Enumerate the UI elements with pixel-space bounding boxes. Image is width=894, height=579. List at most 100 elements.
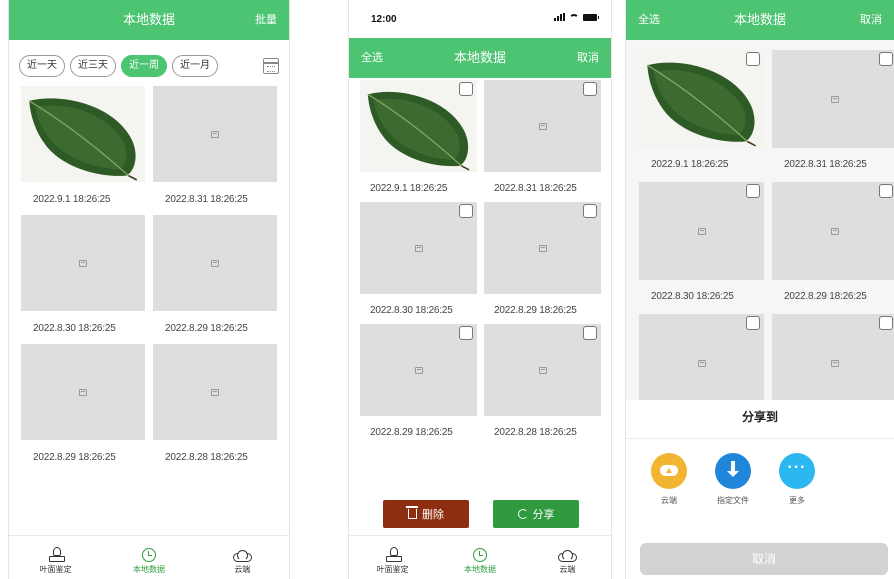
select-checkbox[interactable]	[583, 204, 597, 218]
image-placeholder-icon	[830, 360, 839, 367]
top-bar: 本地数据 全选 取消	[349, 38, 611, 78]
image-placeholder-icon	[414, 245, 423, 252]
share-option-label: 指定文件	[717, 496, 749, 505]
delete-label: 删除	[422, 509, 444, 521]
screen-local-data: 本地数据 批量 近一天 近三天 近一周 近一月 2022.9.1 18:26:2…	[8, 0, 290, 579]
screen-share-sheet: 本地数据 全选 取消 2022.9.1 18:26:25 2022.8.31 18…	[625, 0, 894, 579]
select-checkbox[interactable]	[459, 82, 473, 96]
photo-placeholder[interactable]	[772, 182, 894, 280]
image-placeholder-icon	[830, 228, 839, 235]
photo-placeholder[interactable]	[639, 314, 764, 412]
download-icon	[715, 453, 751, 489]
photo-placeholder[interactable]	[360, 202, 477, 294]
photo-placeholder[interactable]	[772, 50, 894, 148]
cancel-button[interactable]: 取消	[577, 38, 599, 78]
share-option-file[interactable]: 指定文件	[708, 453, 758, 506]
select-all-button[interactable]: 全选	[638, 0, 660, 40]
select-all-button[interactable]: 全选	[361, 38, 383, 78]
filter-chip-day[interactable]: 近一天	[19, 55, 65, 77]
cancel-button[interactable]: 取消	[860, 0, 882, 40]
photo-timestamp: 2022.8.30 18:26:25	[651, 291, 734, 302]
select-checkbox[interactable]	[746, 52, 760, 66]
leaf-photo-thumbnail[interactable]	[639, 50, 764, 148]
tab-label: 本地数据	[463, 565, 496, 574]
share-icon	[517, 509, 528, 519]
select-checkbox[interactable]	[583, 82, 597, 96]
tab-leaf-identify[interactable]: 叶面鉴定	[349, 536, 436, 579]
photo-timestamp: 2022.8.30 18:26:25	[33, 323, 116, 334]
trash-icon	[406, 506, 418, 519]
delete-button[interactable]: 删除	[383, 500, 469, 528]
tab-local-data[interactable]: 本地数据	[436, 536, 523, 579]
share-button[interactable]: 分享	[493, 500, 579, 528]
stamp-icon	[385, 546, 402, 562]
signal-icon	[554, 13, 565, 21]
image-placeholder-icon	[79, 260, 87, 267]
cloud-upload-icon	[651, 453, 687, 489]
filter-chip-week[interactable]: 近一周	[121, 55, 167, 77]
photo-timestamp: 2022.9.1 18:26:25	[33, 194, 111, 205]
image-placeholder-icon	[538, 245, 547, 252]
photo-placeholder[interactable]	[153, 215, 277, 311]
photo-timestamp: 2022.8.28 18:26:25	[494, 427, 577, 438]
photo-placeholder[interactable]	[772, 314, 894, 412]
share-option-more[interactable]: ··· 更多	[772, 453, 822, 506]
photo-timestamp: 2022.8.29 18:26:25	[784, 291, 867, 302]
calendar-icon[interactable]	[263, 58, 279, 74]
photo-placeholder[interactable]	[484, 324, 601, 416]
divider	[626, 438, 894, 439]
select-checkbox[interactable]	[583, 326, 597, 340]
photo-placeholder[interactable]	[360, 324, 477, 416]
photo-placeholder[interactable]	[484, 80, 601, 172]
cloud-icon	[558, 550, 578, 562]
photo-placeholder[interactable]	[21, 215, 145, 311]
tab-label: 叶面鉴定	[39, 565, 72, 574]
tab-local-data[interactable]: 本地数据	[102, 536, 195, 579]
share-option-cloud[interactable]: 云端	[644, 453, 694, 506]
filter-chip-three-days[interactable]: 近三天	[70, 55, 116, 77]
share-label: 分享	[532, 509, 555, 521]
photo-timestamp: 2022.8.29 18:26:25	[370, 427, 453, 438]
image-placeholder-icon	[79, 389, 87, 396]
photo-placeholder[interactable]	[484, 202, 601, 294]
photo-timestamp: 2022.8.31 18:26:25	[494, 183, 577, 194]
tab-cloud[interactable]: 云端	[196, 536, 289, 579]
photo-timestamp: 2022.8.28 18:26:25	[165, 452, 248, 463]
tab-label: 叶面鉴定	[376, 565, 409, 574]
share-option-label: 更多	[789, 496, 805, 505]
leaf-photo-thumbnail[interactable]	[360, 80, 477, 172]
image-placeholder-icon	[414, 367, 423, 374]
photo-timestamp: 2022.9.1 18:26:25	[370, 183, 448, 194]
page-title: 本地数据	[733, 12, 786, 27]
select-checkbox[interactable]	[879, 52, 893, 66]
top-bar: 本地数据 全选 取消	[626, 0, 894, 40]
cloud-icon	[233, 550, 253, 562]
tab-leaf-identify[interactable]: 叶面鉴定	[9, 536, 102, 579]
tab-label: 云端	[234, 565, 251, 574]
image-placeholder-icon	[211, 131, 219, 138]
select-checkbox[interactable]	[746, 184, 760, 198]
select-checkbox[interactable]	[879, 316, 893, 330]
select-checkbox[interactable]	[746, 316, 760, 330]
page-title: 本地数据	[122, 12, 175, 27]
select-checkbox[interactable]	[879, 184, 893, 198]
batch-button[interactable]: 批量	[255, 0, 277, 40]
clock-icon	[472, 548, 487, 562]
tab-label: 云端	[559, 565, 576, 574]
select-checkbox[interactable]	[459, 326, 473, 340]
image-placeholder-icon	[697, 228, 706, 235]
photo-placeholder[interactable]	[21, 344, 145, 440]
leaf-photo-thumbnail[interactable]	[21, 86, 145, 182]
tab-cloud[interactable]: 云端	[524, 536, 611, 579]
page-title: 本地数据	[453, 50, 506, 65]
screen-batch-select: 12:00 本地数据 全选 取消 2022.9.1 18:26:25 2022.8…	[348, 0, 612, 579]
sheet-cancel-button[interactable]: 取消	[640, 543, 888, 575]
photo-placeholder[interactable]	[153, 86, 277, 182]
tab-label: 本地数据	[132, 565, 165, 574]
image-placeholder-icon	[697, 360, 706, 367]
photo-placeholder[interactable]	[639, 182, 764, 280]
photo-placeholder[interactable]	[153, 344, 277, 440]
select-checkbox[interactable]	[459, 204, 473, 218]
filter-chip-month[interactable]: 近一月	[172, 55, 218, 77]
wifi-icon	[569, 13, 579, 21]
